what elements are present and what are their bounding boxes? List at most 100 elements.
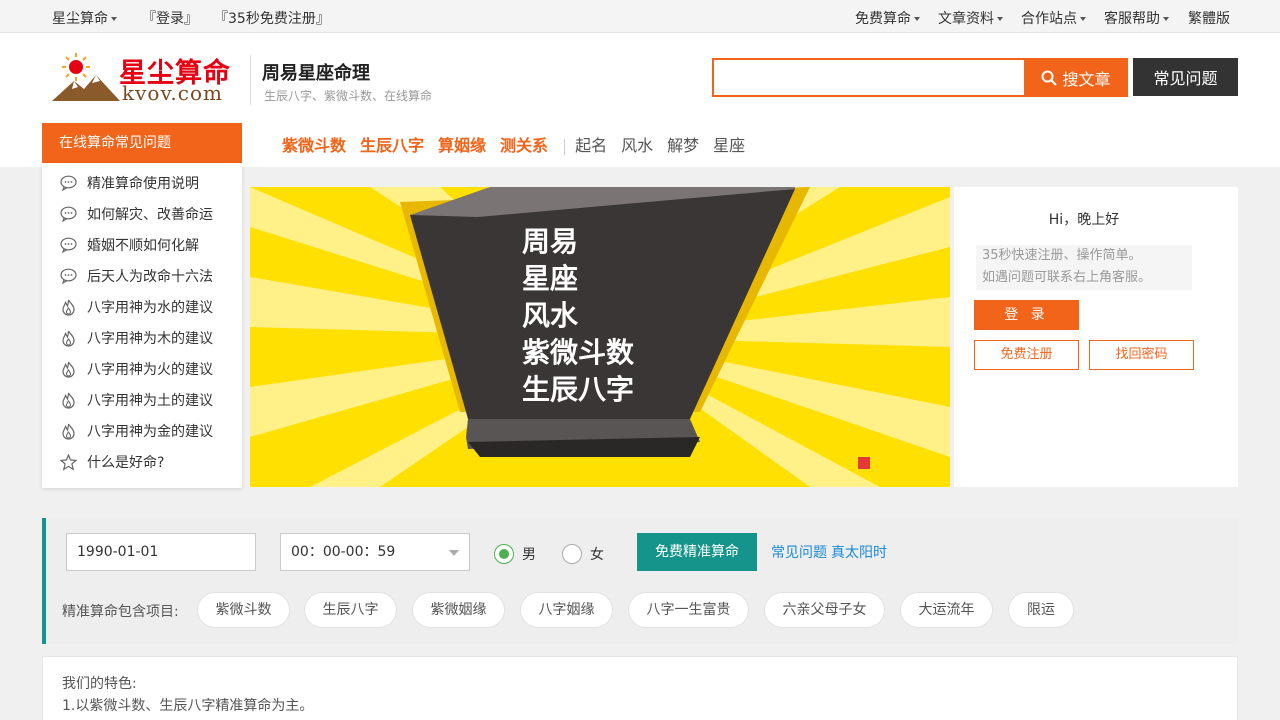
- gender-male-radio[interactable]: 男: [494, 544, 536, 564]
- faq-link[interactable]: 常见问题: [771, 545, 827, 561]
- radio-label: 男: [522, 547, 536, 563]
- solar-time-link[interactable]: 真太阳时: [831, 545, 887, 561]
- side-menu-item[interactable]: 八字用神为土的建议: [60, 390, 213, 410]
- service-chip[interactable]: 六亲父母子女: [764, 592, 885, 628]
- topbar-menu-partners[interactable]: 合作站点: [1021, 8, 1086, 28]
- topbar-label: 星尘算命: [52, 11, 108, 27]
- topbar-link-traditional[interactable]: 繁體版: [1188, 8, 1230, 28]
- banner-text: 周易 星座 风水 紫微斗数 生辰八字: [522, 223, 634, 408]
- service-chip[interactable]: 生辰八字: [304, 592, 397, 628]
- birth-date-input[interactable]: [66, 533, 256, 571]
- flame-icon: [62, 361, 75, 378]
- chevron-down-icon: [997, 17, 1003, 21]
- flame-icon: [62, 423, 75, 440]
- radio-label: 女: [590, 547, 604, 563]
- topbar-label: 『35秒免费注册』: [214, 11, 330, 27]
- side-menu-item[interactable]: 婚姻不顺如何化解: [60, 235, 199, 255]
- star-icon: [60, 453, 77, 471]
- header: 星尘算命 kvov.com 周易星座命理 生辰八字、紫微斗数、在线算命 搜文章 …: [0, 33, 1280, 167]
- faq-side-menu: 精准算命使用说明 如何解灾、改善命运 婚姻不顺如何化解 后天人为改命十六法 八字…: [42, 163, 242, 488]
- side-menu-item[interactable]: 如何解灾、改善命运: [60, 204, 213, 224]
- service-chip[interactable]: 大运流年: [900, 592, 993, 628]
- search-icon: [1041, 70, 1058, 86]
- top-bar: 星尘算命 『登录』 『35秒免费注册』 免费算命 文章资料 合作站点 客服帮助 …: [0, 0, 1280, 33]
- nav-link-dream[interactable]: 解梦: [667, 136, 699, 155]
- service-chip[interactable]: 八字一生富贵: [628, 592, 749, 628]
- side-menu-item[interactable]: 后天人为改命十六法: [60, 266, 213, 286]
- flame-icon: [62, 299, 75, 316]
- form-links: 常见问题 真太阳时: [771, 542, 891, 562]
- register-note: 35秒快速注册、操作简单。 如遇问题可联系右上角客服。: [976, 245, 1192, 290]
- side-menu-item[interactable]: 八字用神为木的建议: [60, 328, 213, 348]
- banner-line: 紫微斗数: [522, 336, 635, 369]
- search-button[interactable]: 搜文章: [1024, 58, 1128, 97]
- topbar-link-brand[interactable]: 星尘算命: [52, 8, 117, 28]
- side-menu-item[interactable]: 八字用神为火的建议: [60, 359, 213, 379]
- banner-line: 生辰八字: [522, 373, 635, 406]
- side-menu-item[interactable]: 精准算命使用说明: [60, 173, 199, 193]
- nav-link-marriage[interactable]: 算姻缘: [438, 136, 486, 155]
- nav-link-fengshui[interactable]: 风水: [621, 136, 653, 155]
- topbar-link-register[interactable]: 『35秒免费注册』: [214, 8, 330, 28]
- flame-icon: [62, 392, 75, 409]
- logo-text-en: kvov.com: [122, 81, 223, 105]
- side-menu-item[interactable]: 八字用神为金的建议: [60, 421, 213, 441]
- register-button[interactable]: 免费注册: [974, 340, 1079, 370]
- service-chip[interactable]: 八字姻缘: [520, 592, 613, 628]
- topbar-menu-articles[interactable]: 文章资料: [938, 8, 1003, 28]
- nav-link-bazi[interactable]: 生辰八字: [360, 136, 424, 155]
- nav-link-relationship[interactable]: 测关系: [500, 136, 548, 155]
- login-button[interactable]: 登 录: [974, 300, 1079, 330]
- birth-time-select[interactable]: 00：00-00：59: [280, 533, 470, 571]
- carousel-indicator[interactable]: [858, 457, 870, 469]
- greeting-text: Hi，晚上好: [1048, 212, 1120, 228]
- topbar-label: 文章资料: [938, 11, 994, 27]
- mountain-sun-icon: [52, 53, 120, 101]
- topbar-menu-help[interactable]: 客服帮助: [1104, 8, 1169, 28]
- chat-bubble-icon: [60, 175, 77, 191]
- faq-category-tab[interactable]: 在线算命常见问题: [42, 123, 242, 163]
- chevron-down-icon: [1080, 17, 1086, 21]
- faq-button-label: 常见问题: [1153, 69, 1218, 88]
- topbar-label: 繁體版: [1188, 11, 1230, 27]
- side-menu-label: 八字用神为水的建议: [87, 300, 213, 316]
- nav-link-zodiac[interactable]: 星座: [713, 136, 745, 155]
- radio-circle: [494, 544, 514, 564]
- site-subtitle: 生辰八字、紫微斗数、在线算命: [264, 89, 433, 103]
- topbar-label: 免费算命: [855, 11, 911, 27]
- side-menu-label: 八字用神为土的建议: [87, 393, 213, 409]
- hero-banner[interactable]: 周易 星座 风水 紫微斗数 生辰八字: [250, 187, 950, 487]
- gender-female-radio[interactable]: 女: [562, 544, 604, 564]
- note-line: 35秒快速注册、操作简单。: [982, 248, 1142, 263]
- fortune-form: 00：00-00：59 男 女 免费精准算命 常见问题真太阳时 精准算命包含项目…: [42, 518, 1238, 644]
- topbar-label: 客服帮助: [1104, 11, 1160, 27]
- service-chip[interactable]: 限运: [1008, 592, 1074, 628]
- banner-line: 周易: [522, 225, 579, 258]
- features-section: 我们的特色: 1.以紫微斗数、生辰八字精准算命为主。: [42, 656, 1238, 720]
- search-input[interactable]: [712, 58, 1026, 97]
- chevron-down-icon: [914, 17, 920, 21]
- note-line: 如遇问题可联系右上角客服。: [982, 270, 1152, 285]
- side-menu-label: 如何解灾、改善命运: [87, 207, 213, 223]
- chevron-down-icon: [449, 550, 459, 556]
- side-menu-label: 精准算命使用说明: [87, 176, 199, 192]
- service-chip[interactable]: 紫微姻缘: [412, 592, 505, 628]
- login-panel: Hi，晚上好 35秒快速注册、操作简单。 如遇问题可联系右上角客服。 登 录 免…: [954, 187, 1238, 487]
- service-chip[interactable]: 紫微斗数: [197, 592, 290, 628]
- side-menu-item[interactable]: 八字用神为水的建议: [60, 297, 213, 317]
- recover-password-button[interactable]: 找回密码: [1089, 340, 1194, 370]
- banner-line: 星座: [522, 262, 579, 295]
- chevron-down-icon: [111, 17, 117, 21]
- nav-link-ziwei[interactable]: 紫微斗数: [282, 136, 346, 155]
- topbar-menu-free-fortune[interactable]: 免费算命: [855, 8, 920, 28]
- topbar-label: 『登录』: [142, 11, 198, 27]
- submit-fortune-button[interactable]: 免费精准算命: [637, 533, 757, 571]
- side-menu-item[interactable]: 什么是好命?: [60, 452, 164, 472]
- topbar-link-login[interactable]: 『登录』: [142, 8, 198, 28]
- banner-line: 风水: [522, 299, 579, 332]
- faq-button[interactable]: 常见问题: [1133, 58, 1238, 96]
- site-logo[interactable]: 星尘算命 kvov.com: [52, 51, 238, 107]
- nav-link-naming[interactable]: 起名: [575, 136, 607, 155]
- site-title: 周易星座命理: [262, 63, 370, 84]
- nav-separator: [564, 138, 566, 155]
